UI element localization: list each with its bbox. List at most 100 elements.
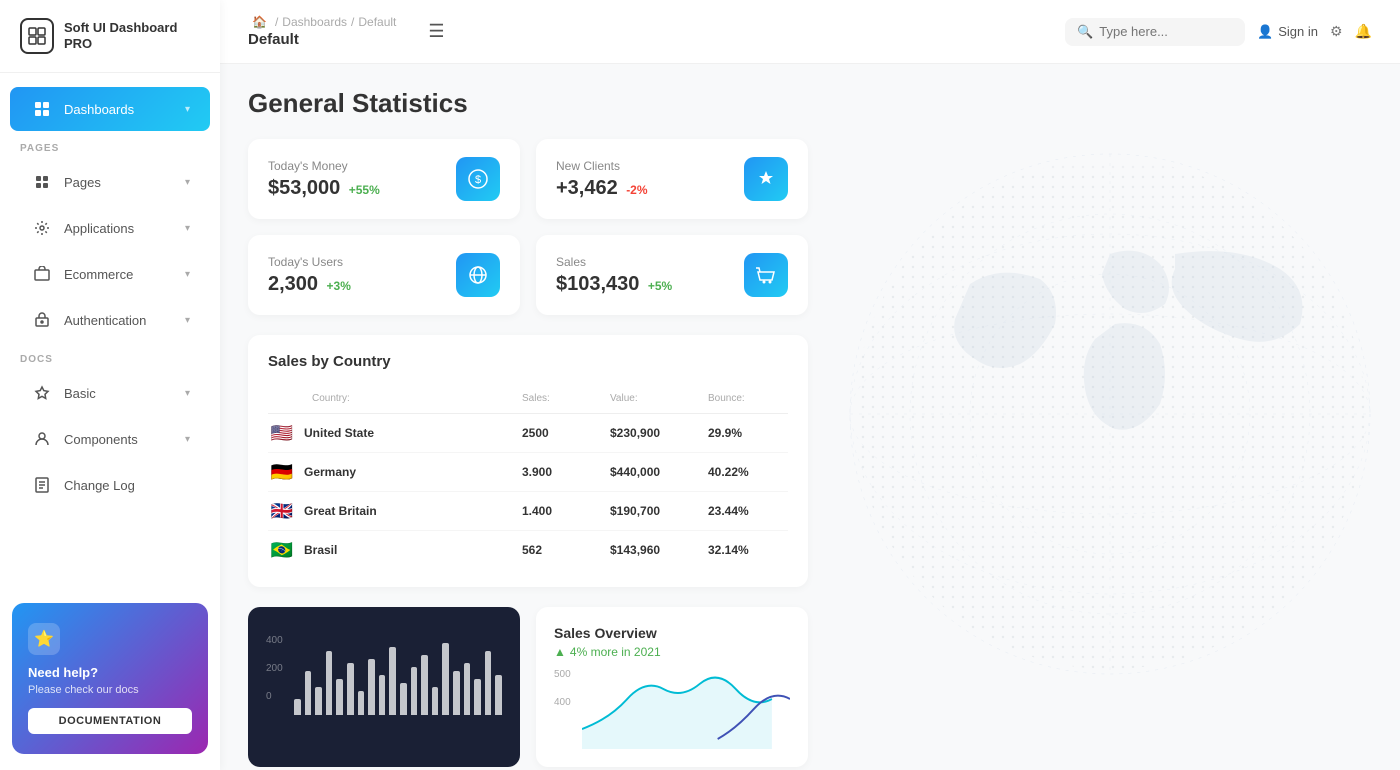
sales-by-country-title: Sales by Country — [268, 353, 788, 370]
sidebar-item-components[interactable]: Components ▾ — [10, 417, 210, 461]
stat-label-clients: New Clients — [556, 159, 648, 173]
stat-card-money: Today's Money $53,000 +55% $ — [248, 139, 520, 219]
sales-y-500: 500 — [554, 669, 571, 680]
notifications-icon[interactable]: 🔔 — [1355, 23, 1372, 40]
globe-decoration — [820, 124, 1400, 704]
breadcrumb-path: 🏠 / Dashboards / Default — [248, 15, 396, 29]
breadcrumb-default[interactable]: Default — [358, 15, 396, 29]
logo-icon — [20, 18, 54, 54]
sidebar: Soft UI Dashboard PRO Dashboards ▾ PAGES — [0, 0, 220, 770]
bar — [432, 687, 439, 715]
country-row-de: 🇩🇪 Germany 3.900 $440,000 40.22% — [268, 453, 788, 492]
country-table: Country: Sales: Value: Bounce: 🇺🇸 — [268, 384, 788, 569]
stat-icon-money: $ — [456, 157, 500, 201]
sidebar-item-dashboards[interactable]: Dashboards ▾ — [10, 87, 210, 131]
search-input[interactable] — [1099, 24, 1219, 39]
country-name-br: Brasil — [304, 543, 514, 557]
bar — [368, 659, 375, 715]
sidebar-nav: Dashboards ▾ PAGES Pages ▾ — [0, 73, 220, 587]
bar — [453, 671, 460, 715]
home-icon: 🏠 — [252, 15, 267, 29]
main-area: 🏠 / Dashboards / Default Default ☰ 🔍 👤 S… — [220, 0, 1400, 770]
sidebar-item-changelog[interactable]: Change Log — [10, 463, 210, 507]
stat-change-money: +55% — [349, 183, 380, 197]
stat-label-money: Today's Money — [268, 159, 380, 173]
stat-info-users: Today's Users 2,300 +3% — [268, 255, 351, 296]
sales-overview-chart: 500 400 — [554, 669, 790, 749]
flag-de: 🇩🇪 — [268, 462, 296, 482]
flag-gb: 🇬🇧 — [268, 501, 296, 521]
signin-label: Sign in — [1278, 24, 1318, 39]
documentation-button[interactable]: DOCUMENTATION — [28, 708, 192, 734]
bar-chart-bars — [266, 625, 502, 715]
bar — [347, 663, 354, 715]
bar — [294, 699, 301, 715]
pages-section-label: PAGES — [0, 133, 220, 158]
stat-value-row-clients: +3,462 -2% — [556, 177, 648, 200]
basic-icon — [30, 381, 54, 405]
menu-icon[interactable]: ☰ — [428, 21, 444, 42]
sidebar-item-authentication[interactable]: Authentication ▾ — [10, 298, 210, 342]
col-header-sales: Sales: — [522, 393, 602, 404]
bar — [421, 655, 428, 715]
stat-info-sales: Sales $103,430 +5% — [556, 255, 672, 296]
stat-card-users: Today's Users 2,300 +3% — [248, 235, 520, 315]
stat-value-sales: $103,430 — [556, 273, 639, 295]
stat-label-users: Today's Users — [268, 255, 351, 269]
stat-change-sales: +5% — [648, 279, 672, 293]
sales-us: 2500 — [522, 426, 602, 440]
ecommerce-chevron: ▾ — [185, 269, 190, 280]
country-name-us: United State — [304, 426, 514, 440]
sidebar-item-ecommerce[interactable]: Ecommerce ▾ — [10, 252, 210, 296]
help-title: Need help? — [28, 665, 192, 680]
sales-overview-card: Sales Overview ▲ 4% more in 2021 500 400 — [536, 607, 808, 767]
bar — [400, 683, 407, 715]
settings-icon[interactable]: ⚙ — [1330, 23, 1343, 40]
bar — [326, 651, 333, 715]
country-table-header: Country: Sales: Value: Bounce: — [268, 384, 788, 414]
page-title: General Statistics — [248, 88, 1372, 119]
bar — [442, 643, 449, 715]
sales-de: 3.900 — [522, 465, 602, 479]
sidebar-logo: Soft UI Dashboard PRO — [0, 0, 220, 73]
stat-value-row-users: 2,300 +3% — [268, 273, 351, 296]
basic-label: Basic — [64, 386, 185, 401]
sidebar-item-applications[interactable]: Applications ▾ — [10, 206, 210, 250]
pages-chevron: ▾ — [185, 177, 190, 188]
col-header-value: Value: — [610, 393, 700, 404]
stats-grid: Today's Money $53,000 +55% $ New Client — [248, 139, 808, 315]
sales-by-country-card: Sales by Country Country: Sales: Value: — [248, 335, 808, 587]
bar — [495, 675, 502, 715]
stat-info-money: Today's Money $53,000 +55% — [268, 159, 380, 200]
flag-br: 🇧🇷 — [268, 540, 296, 560]
breadcrumb: 🏠 / Dashboards / Default Default — [248, 15, 396, 48]
sidebar-item-basic[interactable]: Basic ▾ — [10, 371, 210, 415]
signin-button[interactable]: 👤 Sign in — [1257, 24, 1318, 40]
bounce-de: 40.22% — [708, 465, 788, 479]
stat-label-sales: Sales — [556, 255, 672, 269]
bar — [315, 687, 322, 715]
country-name-de: Germany — [304, 465, 514, 479]
help-subtitle: Please check our docs — [28, 684, 192, 696]
bar-chart-card: 400 200 0 — [248, 607, 520, 767]
bar — [305, 671, 312, 715]
stat-value-row-sales: $103,430 +5% — [556, 273, 672, 296]
sales-y-400: 400 — [554, 697, 571, 708]
stat-value-money: $53,000 — [268, 177, 340, 199]
changelog-label: Change Log — [64, 478, 190, 493]
separator-1: / — [275, 15, 278, 29]
header: 🏠 / Dashboards / Default Default ☰ 🔍 👤 S… — [220, 0, 1400, 64]
value-br: $143,960 — [610, 543, 700, 557]
sidebar-item-pages[interactable]: Pages ▾ — [10, 160, 210, 204]
applications-icon — [30, 216, 54, 240]
sales-br: 562 — [522, 543, 602, 557]
value-de: $440,000 — [610, 465, 700, 479]
breadcrumb-dashboards[interactable]: Dashboards — [282, 15, 347, 29]
components-chevron: ▾ — [185, 434, 190, 445]
bar — [336, 679, 343, 715]
bounce-gb: 23.44% — [708, 504, 788, 518]
bar — [485, 651, 492, 715]
header-right: 🔍 👤 Sign in ⚙ 🔔 — [1065, 18, 1372, 46]
country-row-us: 🇺🇸 United State 2500 $230,900 29.9% — [268, 414, 788, 453]
stat-icon-users — [456, 253, 500, 297]
